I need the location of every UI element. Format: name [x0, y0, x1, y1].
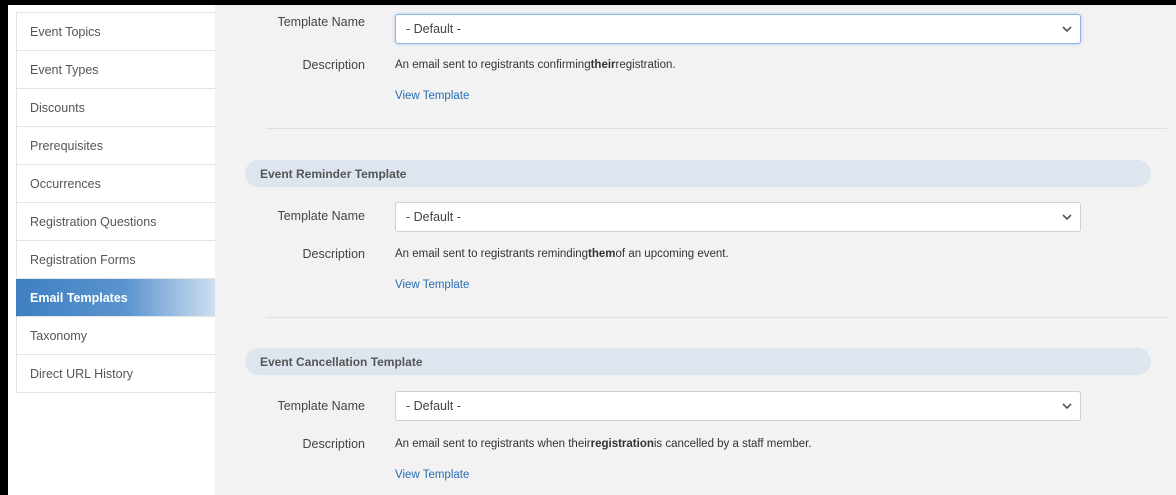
- cancellation-view-link-row: View Template: [395, 469, 469, 481]
- chevron-down-icon: [1062, 26, 1072, 33]
- description-label: Description: [302, 58, 365, 72]
- sidebar-item-label: Email Templates: [30, 290, 128, 305]
- cancellation-section-header: Event Cancellation Template: [245, 348, 1151, 375]
- select-value: - Default -: [406, 22, 461, 36]
- cancellation-description: An email sent to registrants when their …: [395, 438, 812, 450]
- select-value: - Default -: [406, 210, 461, 224]
- confirmation-description: An email sent to registrants confirming …: [395, 59, 676, 71]
- sidebar-item-event-topics[interactable]: Event Topics: [16, 13, 215, 51]
- sidebar-item-taxonomy[interactable]: Taxonomy: [16, 317, 215, 355]
- select-value: - Default -: [406, 399, 461, 413]
- view-template-link[interactable]: View Template: [395, 90, 469, 102]
- sidebar-item-registration-forms[interactable]: Registration Forms: [16, 241, 215, 279]
- sidebar-item-email-templates[interactable]: Email Templates: [16, 279, 215, 317]
- sidebar-item-label: Event Types: [30, 62, 99, 77]
- sidebar-item-label: Taxonomy: [30, 328, 87, 343]
- view-template-link[interactable]: View Template: [395, 469, 469, 481]
- template-name-label-row: Template Name: [215, 399, 365, 413]
- sidebar-item-label: Direct URL History: [30, 366, 134, 381]
- sidebar-item-label: Registration Questions: [30, 214, 157, 229]
- confirmation-view-link-row: View Template: [395, 90, 469, 102]
- sidebar-item-occurrences[interactable]: Occurrences: [16, 165, 215, 203]
- confirmation-template-select[interactable]: - Default -: [395, 14, 1081, 44]
- sidebar-item-label: Discounts: [30, 100, 85, 115]
- description-label: Description: [302, 437, 365, 451]
- description-label-row: Description: [215, 247, 365, 261]
- description-label-row: Description: [215, 437, 365, 451]
- description-label: Description: [302, 247, 365, 261]
- sidebar-item-prerequisites[interactable]: Prerequisites: [16, 127, 215, 165]
- chevron-down-icon: [1062, 403, 1072, 410]
- template-name-label: Template Name: [277, 209, 365, 223]
- template-name-label: Template Name: [277, 399, 365, 413]
- section-title: Event Reminder Template: [260, 166, 407, 181]
- sidebar-item-direct-url-history[interactable]: Direct URL History: [16, 355, 215, 393]
- reminder-section-header: Event Reminder Template: [245, 160, 1151, 187]
- sidebar-item-label: Registration Forms: [30, 252, 136, 267]
- view-template-link[interactable]: View Template: [395, 279, 469, 291]
- section-title: Event Cancellation Template: [260, 354, 423, 369]
- description-label-row: Description: [215, 58, 365, 72]
- template-name-label-row: Template Name: [215, 15, 365, 29]
- section-divider: [266, 128, 1167, 129]
- sidebar-item-label: Occurrences: [30, 176, 101, 191]
- sidebar-item-label: Prerequisites: [30, 138, 103, 153]
- reminder-description: An email sent to registrants reminding t…: [395, 248, 729, 260]
- settings-sidebar: Event Topics Event Types Discounts Prere…: [16, 12, 215, 393]
- template-name-label-row: Template Name: [215, 209, 365, 223]
- cancellation-template-select[interactable]: - Default -: [395, 391, 1081, 421]
- sidebar-item-event-types[interactable]: Event Types: [16, 51, 215, 89]
- main-content: Template Name - Default - Description An…: [215, 5, 1176, 495]
- sidebar-item-registration-questions[interactable]: Registration Questions: [16, 203, 215, 241]
- chevron-down-icon: [1062, 214, 1072, 221]
- sidebar-item-discounts[interactable]: Discounts: [16, 89, 215, 127]
- template-name-label: Template Name: [277, 15, 365, 29]
- section-divider: [266, 317, 1167, 318]
- sidebar-item-label: Event Topics: [30, 24, 101, 39]
- reminder-template-select[interactable]: - Default -: [395, 202, 1081, 232]
- reminder-view-link-row: View Template: [395, 279, 469, 291]
